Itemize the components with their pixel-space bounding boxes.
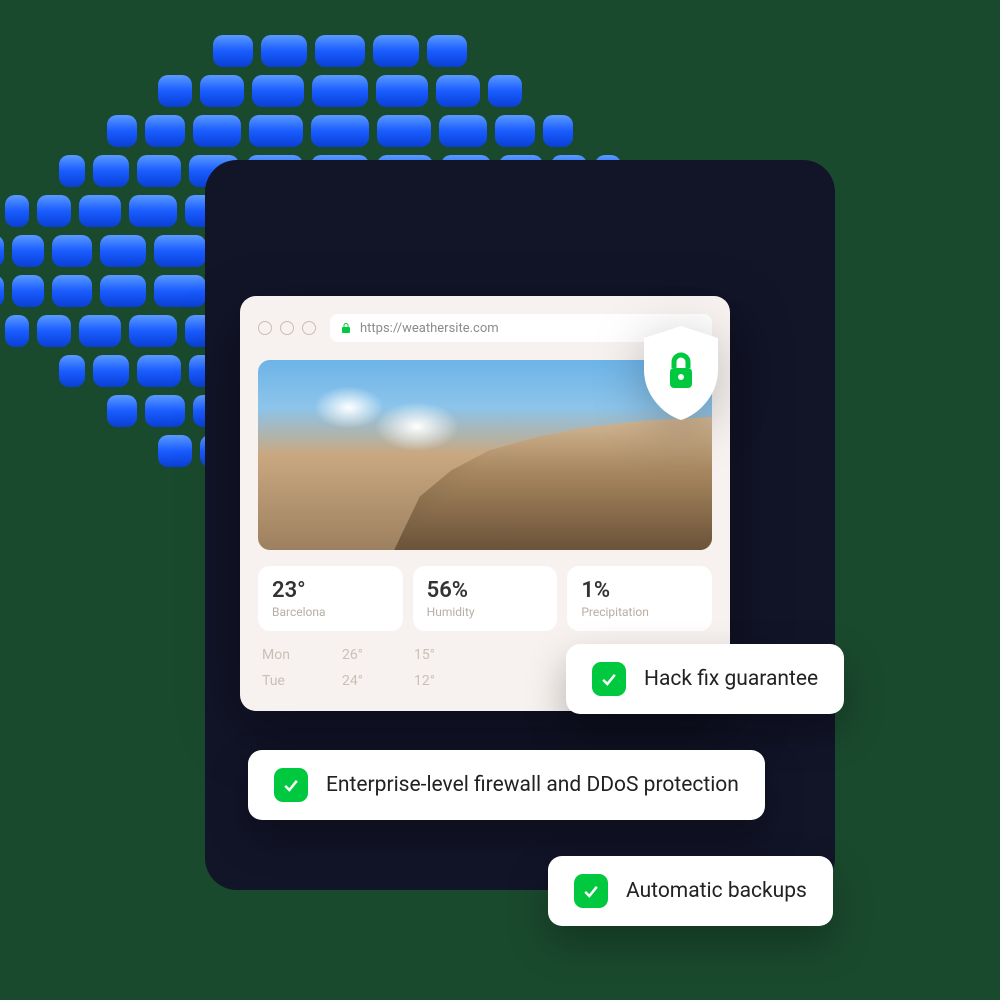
security-shield-badge [636,324,726,422]
window-control-dot [258,321,272,335]
feature-text: Automatic backups [626,879,807,903]
forecast-low: 15° [414,647,450,663]
humidity-value: 56% [427,578,544,603]
precipitation-value: 1% [581,578,698,603]
check-icon [274,768,308,802]
lock-icon [340,322,352,334]
feature-pill-firewall: Enterprise-level firewall and DDoS prote… [248,750,765,820]
url-text: https://weathersite.com [360,321,499,336]
feature-text: Hack fix guarantee [644,667,818,691]
forecast-day: Mon [262,647,306,663]
stat-card-temperature: 23° Barcelona [258,566,403,631]
check-icon [592,662,626,696]
stat-card-precipitation: 1% Precipitation [567,566,712,631]
check-icon [574,874,608,908]
stat-card-humidity: 56% Humidity [413,566,558,631]
weather-stats: 23° Barcelona 56% Humidity 1% Precipitat… [258,566,712,631]
feature-pill-hack-fix: Hack fix guarantee [566,644,844,714]
forecast-high: 26° [342,647,378,663]
window-control-dot [280,321,294,335]
window-control-dot [302,321,316,335]
temperature-value: 23° [272,578,389,603]
forecast-low: 12° [414,673,450,689]
temperature-label: Barcelona [272,605,389,619]
forecast-high: 24° [342,673,378,689]
window-controls [258,321,316,335]
precipitation-label: Precipitation [581,605,698,619]
building-shape [394,417,712,550]
feature-text: Enterprise-level firewall and DDoS prote… [326,773,739,797]
humidity-label: Humidity [427,605,544,619]
feature-pill-backups: Automatic backups [548,856,833,926]
forecast-day: Tue [262,673,306,689]
